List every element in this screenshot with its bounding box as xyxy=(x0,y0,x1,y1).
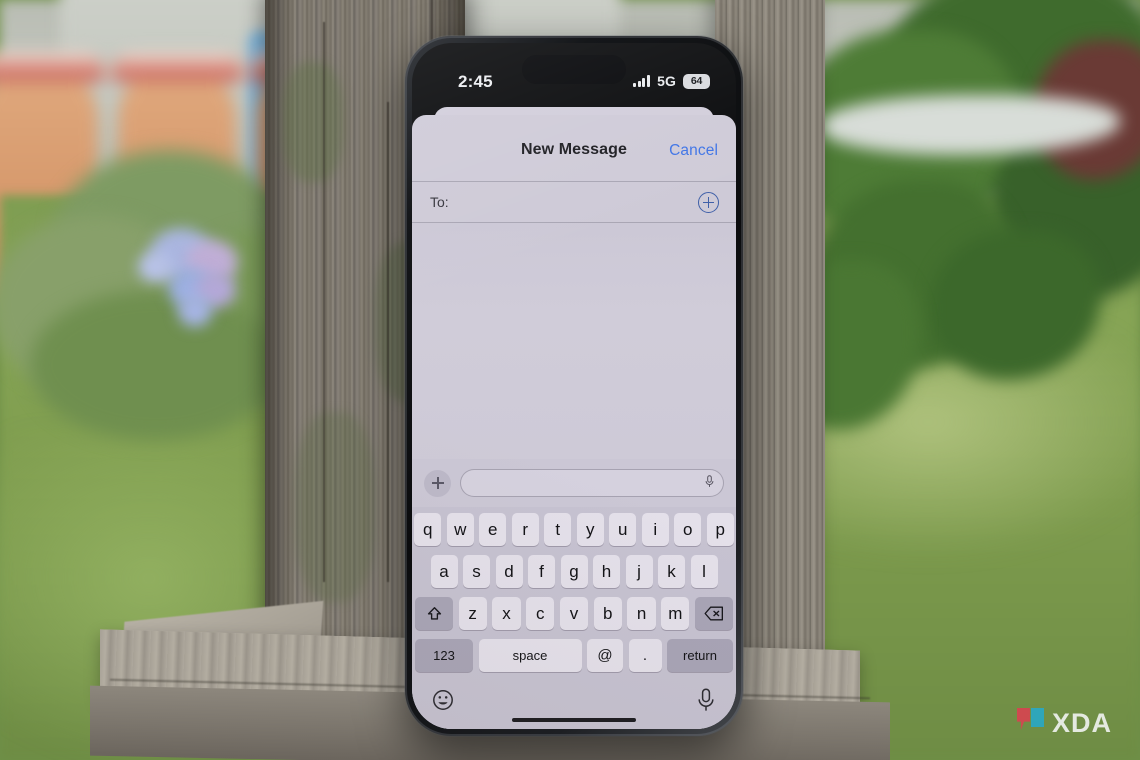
shift-arrow-icon[interactable] xyxy=(415,597,454,630)
period-key[interactable]: . xyxy=(628,639,662,672)
keyboard-row-4: 123 space @ . return xyxy=(415,639,733,672)
key-j[interactable]: j xyxy=(625,555,653,588)
hydrangea-bloom xyxy=(178,295,212,327)
post-moss xyxy=(295,412,375,602)
hydrangea-bloom xyxy=(138,252,172,282)
post-grain-crack xyxy=(387,102,389,582)
message-input-bar xyxy=(412,459,736,507)
emoji-smiley-icon[interactable] xyxy=(432,689,454,711)
new-message-sheet: New Message Cancel To: q w e r t y u i o… xyxy=(412,115,736,729)
xda-watermark: XDA xyxy=(1016,707,1112,738)
key-q[interactable]: q xyxy=(414,513,442,546)
network-type-label: 5G xyxy=(657,73,676,89)
status-indicators: 5G 64 xyxy=(633,73,710,89)
key-z[interactable]: z xyxy=(458,597,487,630)
cancel-button[interactable]: Cancel xyxy=(669,142,718,160)
phone-screen: 2:45 5G 64 New Message Cancel To: q w e … xyxy=(412,43,736,729)
key-b[interactable]: b xyxy=(593,597,622,630)
cellular-signal-icon xyxy=(633,75,651,87)
key-t[interactable]: t xyxy=(544,513,572,546)
xda-logo-icon xyxy=(1016,708,1045,738)
microphone-icon[interactable] xyxy=(697,688,715,712)
recipient-label: To: xyxy=(430,194,449,210)
key-e[interactable]: e xyxy=(479,513,507,546)
dynamic-island xyxy=(522,55,626,84)
microphone-icon[interactable] xyxy=(705,475,714,488)
key-r[interactable]: r xyxy=(511,513,539,546)
recipient-row[interactable]: To: xyxy=(412,181,736,223)
photo-scene: 2:45 5G 64 New Message Cancel To: q w e … xyxy=(0,0,1140,760)
phone-device: 2:45 5G 64 New Message Cancel To: q w e … xyxy=(405,36,743,736)
numeric-mode-key[interactable]: 123 xyxy=(415,639,473,672)
key-n[interactable]: n xyxy=(627,597,656,630)
key-d[interactable]: d xyxy=(495,555,523,588)
key-g[interactable]: g xyxy=(560,555,588,588)
key-l[interactable]: l xyxy=(690,555,718,588)
xda-wordmark: XDA xyxy=(1051,707,1112,738)
post-grain-crack xyxy=(323,22,325,582)
status-time: 2:45 xyxy=(458,72,493,91)
key-u[interactable]: u xyxy=(609,513,637,546)
key-c[interactable]: c xyxy=(526,597,555,630)
keyboard-row-2: a s d f g h j k l xyxy=(415,555,733,588)
keyboard-bottom-bar xyxy=(415,681,733,729)
battery-indicator: 64 xyxy=(683,73,710,89)
fence-cap xyxy=(112,52,242,82)
space-key[interactable]: space xyxy=(478,639,582,672)
sheet-header: New Message Cancel xyxy=(412,115,736,181)
at-symbol-key[interactable]: @ xyxy=(587,639,623,672)
key-f[interactable]: f xyxy=(528,555,555,588)
key-p[interactable]: p xyxy=(706,513,734,546)
key-a[interactable]: a xyxy=(430,555,458,588)
key-w[interactable]: w xyxy=(446,513,474,546)
message-input[interactable] xyxy=(460,469,724,497)
key-s[interactable]: s xyxy=(463,555,490,588)
post-moss xyxy=(283,62,343,182)
fence-cap xyxy=(0,52,104,82)
home-indicator-bar[interactable] xyxy=(512,718,636,722)
background-shrub xyxy=(30,290,280,440)
plus-circle-icon[interactable] xyxy=(698,192,719,213)
backspace-delete-icon[interactable] xyxy=(694,597,733,630)
key-k[interactable]: k xyxy=(658,555,685,588)
key-h[interactable]: h xyxy=(593,555,620,588)
key-o[interactable]: o xyxy=(674,513,702,546)
key-i[interactable]: i xyxy=(641,513,669,546)
key-v[interactable]: v xyxy=(559,597,589,630)
keyboard-row-1: q w e r t y u i o p xyxy=(414,513,734,546)
conversation-body xyxy=(412,223,736,459)
on-screen-keyboard: q w e r t y u i o p a s d f g h j k l z … xyxy=(412,507,736,729)
return-key[interactable]: return xyxy=(667,639,733,672)
key-m[interactable]: m xyxy=(661,597,690,630)
keyboard-row-3: z x c v b n m xyxy=(415,597,733,630)
key-x[interactable]: x xyxy=(492,597,521,630)
plus-icon[interactable] xyxy=(424,469,451,497)
key-y[interactable]: y xyxy=(576,513,604,546)
